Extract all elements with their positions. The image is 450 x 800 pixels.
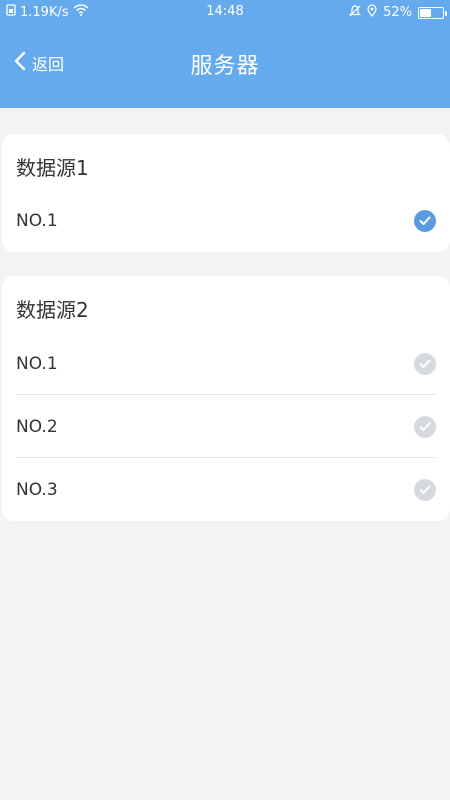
battery-fill: [420, 8, 431, 17]
card-title: 数据源1: [16, 156, 89, 180]
server-option[interactable]: NO.1: [2, 190, 450, 252]
data-source-card-2: 数据源2 NO.1 NO.2 NO.3: [2, 276, 450, 521]
card-title: 数据源2: [16, 298, 89, 322]
check-circle-icon: [414, 353, 436, 375]
server-option-label: NO.3: [16, 480, 58, 500]
check-circle-icon: [414, 210, 436, 232]
battery-icon: [418, 6, 447, 19]
alarm-off-icon: [349, 4, 362, 21]
page-title: 服务器: [190, 54, 260, 79]
server-option-label: NO.1: [16, 211, 58, 231]
server-option-label: NO.2: [16, 417, 58, 437]
check-circle-icon: [414, 479, 436, 501]
check-circle-icon: [414, 416, 436, 438]
divider: [16, 457, 436, 458]
status-bar: 1.19K/s 14:48 52%: [0, 0, 450, 24]
navbar: 返回 服务器: [0, 24, 450, 108]
location-icon: [367, 4, 377, 21]
divider: [16, 394, 436, 395]
server-option-label: NO.1: [16, 354, 58, 374]
server-option[interactable]: NO.1: [2, 333, 450, 395]
status-right: 52%: [349, 4, 447, 21]
server-option[interactable]: NO.2: [2, 396, 450, 458]
server-option[interactable]: NO.3: [2, 459, 450, 521]
battery-percent: 52%: [383, 5, 412, 20]
data-source-card-1: 数据源1 NO.1: [2, 134, 450, 252]
header-bar: 1.19K/s 14:48 52% 返回 服务器: [0, 0, 450, 108]
